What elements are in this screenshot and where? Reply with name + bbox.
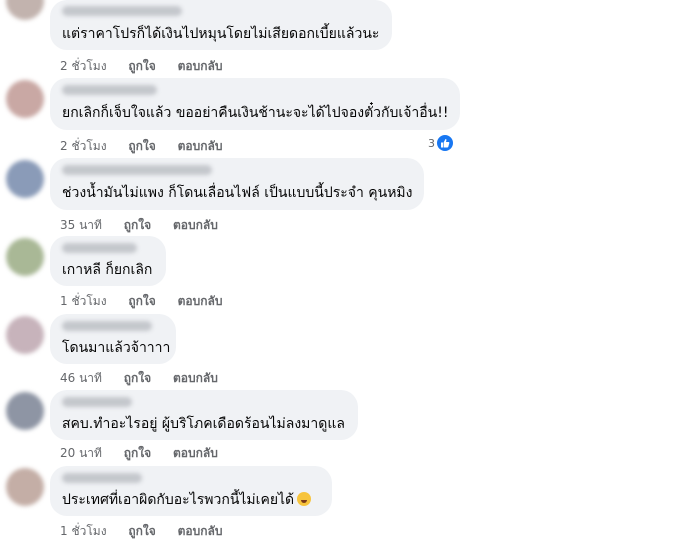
comment-text: แต่ราคาโปรก็ได้เงินไปหมุนโดยไม่เสียดอกเบ… bbox=[62, 26, 380, 42]
comment-text: ช่วงน้ำมันไม่แพง ก็โดนเลื่อนไฟล์ เป็นแบบ… bbox=[62, 185, 413, 201]
avatar[interactable] bbox=[6, 0, 44, 20]
reply-button[interactable]: ตอบกลับ bbox=[178, 139, 223, 153]
reply-button[interactable]: ตอบกลับ bbox=[178, 59, 223, 73]
comment-bubble: ยกเลิกก็เจ็บใจแล้ว ขออย่าคืนเงินช้านะจะไ… bbox=[50, 78, 460, 130]
comment-bubble: แต่ราคาโปรก็ได้เงินไปหมุนโดยไม่เสียดอกเบ… bbox=[50, 0, 392, 50]
comment-actions: 46 นาที ถูกใจ ตอบกลับ bbox=[60, 369, 236, 388]
avatar[interactable] bbox=[6, 160, 44, 198]
reaction-summary[interactable]: 3 bbox=[428, 135, 453, 151]
like-button[interactable]: ถูกใจ bbox=[128, 59, 155, 73]
avatar[interactable] bbox=[6, 316, 44, 354]
comment-bubble: ช่วงน้ำมันไม่แพง ก็โดนเลื่อนไฟล์ เป็นแบบ… bbox=[50, 158, 424, 210]
commenter-name[interactable] bbox=[62, 165, 212, 175]
comment-actions: 1 ชั่วโมง ถูกใจ ตอบกลับ bbox=[60, 522, 240, 541]
avatar[interactable] bbox=[6, 392, 44, 430]
comment-bubble: สคบ.ทำอะไรอยู่ ผู้บริโภคเดือดร้อนไม่ลงมา… bbox=[50, 390, 358, 440]
reply-button[interactable]: ตอบกลับ bbox=[173, 371, 218, 385]
like-reaction-icon bbox=[437, 135, 453, 151]
like-button[interactable]: ถูกใจ bbox=[124, 218, 151, 232]
comment-actions: 2 ชั่วโมง ถูกใจ ตอบกลับ bbox=[60, 137, 240, 156]
timestamp[interactable]: 1 ชั่วโมง bbox=[60, 294, 107, 308]
timestamp[interactable]: 2 ชั่วโมง bbox=[60, 59, 107, 73]
reply-button[interactable]: ตอบกลับ bbox=[178, 524, 223, 538]
avatar[interactable] bbox=[6, 238, 44, 276]
commenter-name[interactable] bbox=[62, 6, 182, 16]
commenter-name[interactable] bbox=[62, 473, 142, 483]
comment-bubble: เกาหลี ก็ยกเลิก bbox=[50, 236, 166, 286]
commenter-name[interactable] bbox=[62, 397, 132, 407]
like-button[interactable]: ถูกใจ bbox=[124, 371, 151, 385]
comment-bubble: โดนมาแล้วจ้าาาา bbox=[50, 314, 176, 364]
reply-button[interactable]: ตอบกลับ bbox=[173, 218, 218, 232]
comment-text: โดนมาแล้วจ้าาาา bbox=[62, 340, 171, 356]
timestamp[interactable]: 46 นาที bbox=[60, 371, 102, 385]
timestamp[interactable]: 1 ชั่วโมง bbox=[60, 524, 107, 538]
timestamp[interactable]: 20 นาที bbox=[60, 446, 102, 460]
reaction-count: 3 bbox=[428, 136, 435, 150]
timestamp[interactable]: 35 นาที bbox=[60, 218, 102, 232]
commenter-name[interactable] bbox=[62, 321, 152, 331]
timestamp[interactable]: 2 ชั่วโมง bbox=[60, 139, 107, 153]
comment-actions: 20 นาที ถูกใจ ตอบกลับ bbox=[60, 444, 236, 463]
commenter-name[interactable] bbox=[62, 85, 157, 95]
avatar[interactable] bbox=[6, 80, 44, 118]
reply-button[interactable]: ตอบกลับ bbox=[173, 446, 218, 460]
like-button[interactable]: ถูกใจ bbox=[128, 139, 155, 153]
comment-text: สคบ.ทำอะไรอยู่ ผู้บริโภคเดือดร้อนไม่ลงมา… bbox=[62, 416, 345, 432]
comment-actions: 35 นาที ถูกใจ ตอบกลับ bbox=[60, 216, 236, 235]
commenter-name[interactable] bbox=[62, 243, 137, 253]
persevering-face-icon bbox=[297, 492, 312, 506]
like-button[interactable]: ถูกใจ bbox=[128, 524, 155, 538]
comment-text-content: ประเทศที่เอาผิดกับอะไรพวกนี้ไม่เคยได้ bbox=[62, 492, 295, 508]
reply-button[interactable]: ตอบกลับ bbox=[178, 294, 223, 308]
like-button[interactable]: ถูกใจ bbox=[124, 446, 151, 460]
avatar[interactable] bbox=[6, 468, 44, 506]
comment-text: ประเทศที่เอาผิดกับอะไรพวกนี้ไม่เคยได้ bbox=[62, 490, 312, 510]
like-button[interactable]: ถูกใจ bbox=[128, 294, 155, 308]
comment-text: เกาหลี ก็ยกเลิก bbox=[62, 262, 153, 278]
comment-text: ยกเลิกก็เจ็บใจแล้ว ขออย่าคืนเงินช้านะจะไ… bbox=[62, 105, 449, 121]
comment-actions: 1 ชั่วโมง ถูกใจ ตอบกลับ bbox=[60, 292, 240, 311]
comment-actions: 2 ชั่วโมง ถูกใจ ตอบกลับ bbox=[60, 57, 240, 76]
comment-bubble: ประเทศที่เอาผิดกับอะไรพวกนี้ไม่เคยได้ bbox=[50, 466, 332, 516]
